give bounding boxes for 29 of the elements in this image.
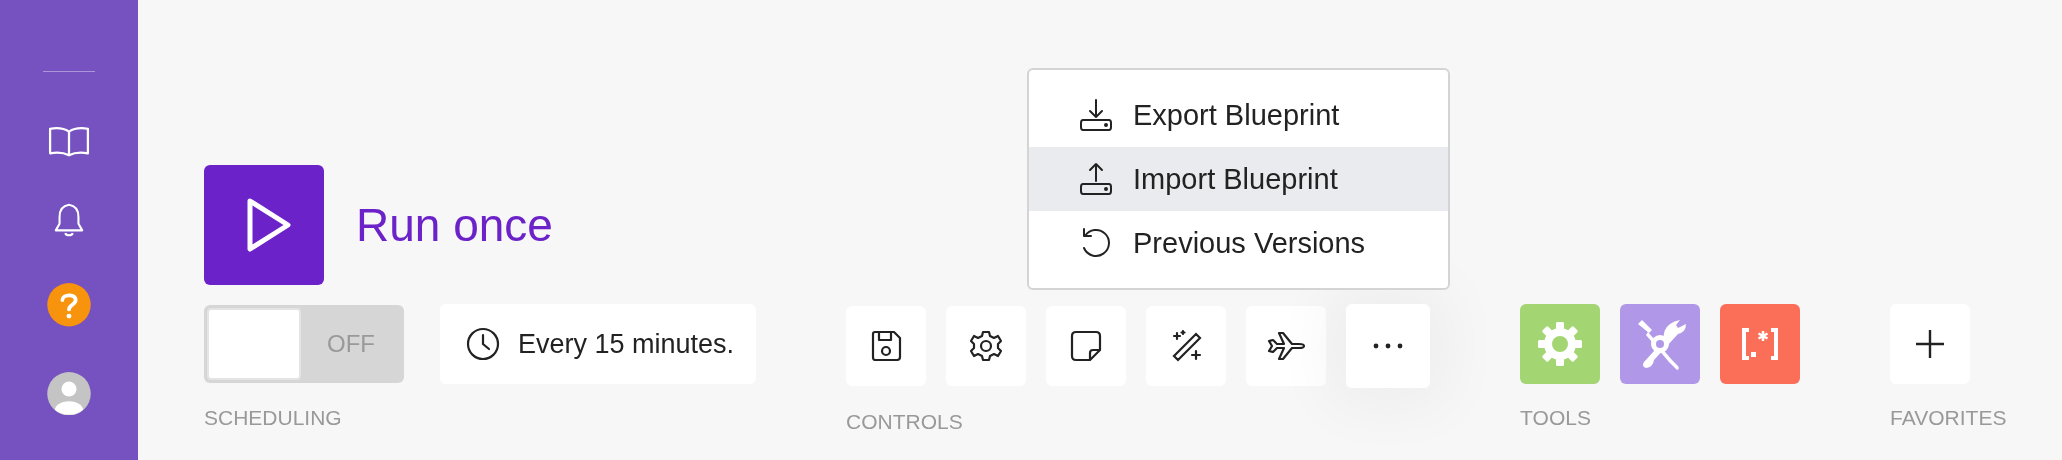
toolbar-button[interactable] — [946, 306, 1027, 386]
menu-item[interactable]: Import Blueprint — [1029, 147, 1448, 211]
avatar-icon[interactable] — [46, 371, 92, 415]
book-icon[interactable] — [47, 124, 91, 158]
sticky-note-icon — [1069, 329, 1104, 363]
group-caption: CONTROLS — [846, 410, 964, 434]
group-caption: SCHEDULING — [204, 406, 343, 430]
bell-icon[interactable] — [52, 202, 86, 238]
more-icon — [1373, 343, 1404, 349]
plus-icon — [1915, 329, 1946, 359]
airplane-icon — [1266, 329, 1307, 363]
brackets-icon — [1740, 327, 1781, 361]
toolbar-button[interactable] — [1046, 306, 1127, 386]
gear-icon — [1537, 321, 1584, 367]
clock-icon — [466, 327, 500, 361]
group-caption: FAVORITES — [1890, 406, 2007, 430]
toolbar-button[interactable] — [1146, 306, 1227, 386]
group-caption: TOOLS — [1520, 406, 1592, 430]
download-icon — [1079, 98, 1113, 132]
tool-button[interactable] — [1720, 304, 1801, 384]
run-once-label[interactable]: Run once — [356, 198, 553, 252]
help-icon[interactable] — [46, 283, 92, 327]
toolbar-button[interactable] — [846, 306, 927, 386]
run-button[interactable] — [204, 165, 324, 285]
toolbar-button[interactable] — [1246, 306, 1327, 386]
floppy-disk-icon — [869, 329, 904, 363]
upload-icon — [1079, 162, 1113, 196]
interval-button[interactable]: Every 15 minutes. — [440, 304, 757, 384]
settings-icon — [969, 329, 1004, 363]
